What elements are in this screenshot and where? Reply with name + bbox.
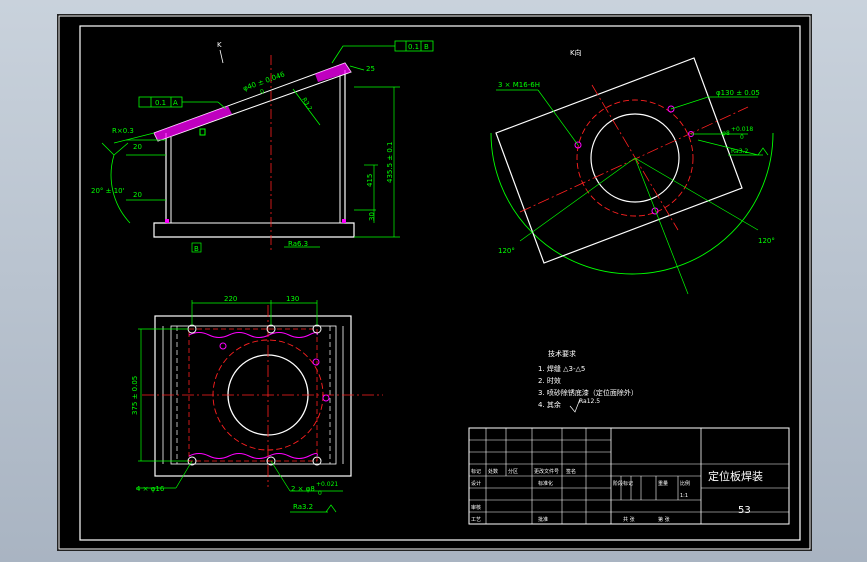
- height-main-dim: 435.5 ± 0.1: [386, 142, 394, 184]
- tb-cell-5: 设计: [471, 480, 481, 487]
- angular-tol-datum: B: [424, 43, 429, 51]
- perp-tol-value: 0.1: [155, 99, 166, 107]
- tech-item-3: 3. 喷砂除锈底漆（定位面除外）: [538, 388, 638, 397]
- cad-viewport[interactable]: K 0.1 B 0.1 A φ40 ± 0.046 0 25 R3.2 R×0.…: [57, 14, 812, 551]
- pin-label: 2 × φ8: [291, 485, 315, 493]
- pin-tol-upper: +0.021: [316, 481, 338, 488]
- depth-label: R3.2: [300, 97, 313, 113]
- inclined-plate-hatch-left: [154, 106, 232, 141]
- k-roughness: Ra3.2: [731, 148, 748, 155]
- top-pin-3: [322, 394, 330, 402]
- tb-cell-9: 批准: [538, 516, 548, 523]
- top-view: 220 130 375 ± 0.05 4 × φ16 2 × φ8 +0.021…: [131, 295, 383, 513]
- top-view-weld-top: [188, 332, 318, 338]
- dim-20-upper: 20: [133, 143, 142, 151]
- k-angle-left: 120°: [498, 247, 515, 255]
- k-pin-tol-upper: +0.018: [731, 126, 753, 133]
- chamfer-left-label: R×0.3: [112, 127, 134, 135]
- angle-label: 20° ± 10': [91, 187, 125, 195]
- outer-frame: [58, 15, 811, 550]
- tb-cell-3: 更改文件号: [534, 468, 559, 475]
- dim-130: 130: [286, 295, 299, 303]
- weld-mark-top: [199, 128, 206, 136]
- dim-220: 220: [224, 295, 237, 303]
- k-pin-hole: φ8: [722, 130, 730, 137]
- tb-cell-1: 处数: [488, 468, 498, 475]
- tb-cell-14: 第 张: [658, 516, 670, 523]
- k-angle-right: 120°: [758, 237, 775, 245]
- tb-cell-10: 阶段标记: [613, 480, 633, 487]
- top-roughness: Ra3.2: [293, 503, 313, 511]
- perp-tol-datum: A: [173, 99, 178, 107]
- base-dim: 30: [368, 212, 376, 221]
- tech-title: 技术要求: [548, 349, 576, 358]
- perpendicular-tolerance-frame: 0.1 A: [138, 96, 227, 110]
- hole-callout-sub: 0: [259, 88, 265, 96]
- tech-item-4: 4. 其余: [538, 400, 561, 409]
- top-pin-2: [312, 358, 320, 366]
- pin-tol-lower: 0: [318, 490, 322, 497]
- cad-drawing: K 0.1 B 0.1 A φ40 ± 0.046 0 25 R3.2 R×0.…: [58, 15, 811, 550]
- side-view-outline: [153, 70, 355, 238]
- k-view-marker: K: [217, 41, 222, 49]
- drawing-name: 定位板焊装: [708, 469, 763, 483]
- k-view-arrow: [219, 49, 224, 64]
- tb-cell-11: 重量: [658, 480, 668, 487]
- tb-cell-13: 共 张: [623, 516, 635, 523]
- tb-cell-2: 分区: [508, 468, 518, 475]
- tb-cell-12: 比例: [680, 480, 690, 487]
- k-bore-diameter: φ130 ± 0.05: [716, 89, 760, 97]
- top-view-outline: [154, 315, 352, 477]
- tech-requirements: 技术要求 1. 焊缝 △3-△5 2. 时效 3. 喷砂除锈底漆（定位面除外） …: [538, 349, 638, 413]
- dim-375: 375 ± 0.05: [131, 376, 139, 415]
- tb-cell-6: 标准化: [538, 480, 553, 487]
- hole-callout: φ40 ± 0.046: [242, 70, 286, 93]
- tb-cell-4: 签名: [566, 468, 576, 475]
- dim-20-lower: 20: [133, 191, 142, 199]
- tech-item-2: 2. 时效: [538, 376, 561, 385]
- tb-cell-0: 标记: [471, 468, 481, 475]
- drawing-number: 53: [738, 505, 751, 516]
- chamfer-top-label: 25: [366, 65, 375, 73]
- top-view-weld-bottom: [188, 453, 318, 459]
- tech-item-1: 1. 焊缝 △3-△5: [538, 364, 585, 373]
- k-thread-callout: 3 × M16-6H: [498, 81, 540, 89]
- angular-tol-value: 0.1: [408, 43, 419, 51]
- top-pin-1: [219, 342, 227, 350]
- weld-mark-left: [165, 219, 169, 223]
- tb-cell-15: 1:1: [680, 493, 688, 499]
- weld-mark-right: [342, 219, 346, 223]
- k-view: K向 3 × M16-6H φ130 ± 0.05 φ8 +0.018 0 Ra…: [490, 48, 775, 295]
- tb-cell-7: 审核: [471, 504, 481, 511]
- tb-cell-8: 工艺: [471, 517, 481, 523]
- angular-tolerance-frame: 0.1 B: [331, 40, 434, 64]
- hole-label: 4 × φ16: [136, 485, 165, 493]
- title-block: 标记 处数 分区 更改文件号 签名 设计 标准化 审核 工艺 批准 阶段标记 重…: [468, 427, 790, 525]
- side-view: K 0.1 B 0.1 A φ40 ± 0.046 0 25 R3.2 R×0.…: [91, 40, 434, 253]
- tech-roughness-other: Ra12.5: [579, 398, 600, 405]
- height-small-dim: 415: [366, 174, 374, 187]
- k-view-title: K向: [570, 48, 582, 57]
- k-pin-tol-lower: 0: [740, 134, 744, 141]
